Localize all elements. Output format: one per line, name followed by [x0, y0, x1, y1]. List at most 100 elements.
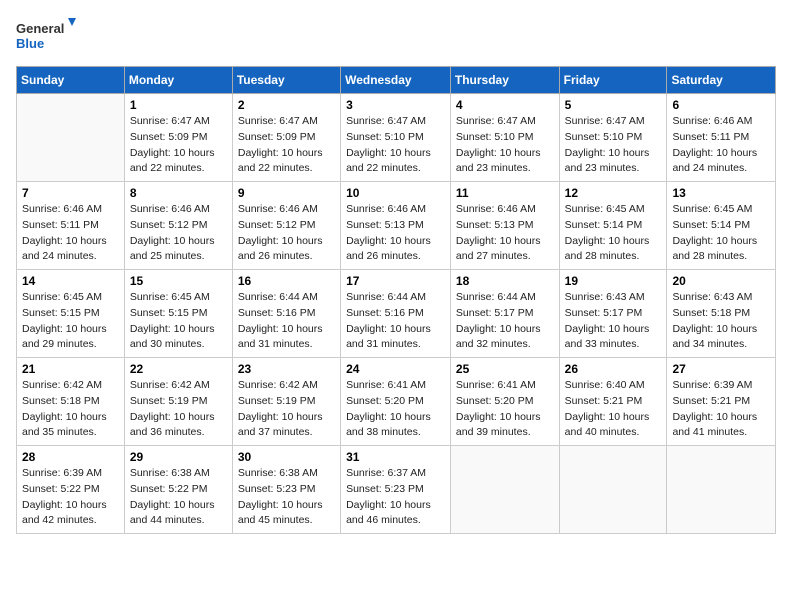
calendar-body: 1 Sunrise: 6:47 AMSunset: 5:09 PMDaylight… — [17, 94, 776, 534]
calendar-day-cell: 1 Sunrise: 6:47 AMSunset: 5:09 PMDaylight… — [124, 94, 232, 182]
day-info: Sunrise: 6:47 AMSunset: 5:10 PMDaylight:… — [456, 114, 554, 177]
day-number: 26 — [565, 362, 662, 376]
calendar-day-cell: 5Sunrise: 6:47 AMSunset: 5:10 PMDaylight… — [559, 94, 667, 182]
day-info: Sunrise: 6:46 AMSunset: 5:11 PMDaylight:… — [672, 114, 770, 177]
calendar-day-cell — [450, 446, 559, 534]
day-info: Sunrise: 6:45 AMSunset: 5:15 PMDaylight:… — [22, 290, 119, 353]
calendar-day-cell: 7Sunrise: 6:46 AMSunset: 5:11 PMDaylight… — [17, 182, 125, 270]
calendar-day-cell: 20 Sunrise: 6:43 AMSunset: 5:18 PMDayligh… — [667, 270, 776, 358]
day-info: Sunrise: 6:47 AMSunset: 5:09 PMDaylight:… — [130, 114, 227, 177]
calendar-day-cell: 19 Sunrise: 6:43 AMSunset: 5:17 PMDayligh… — [559, 270, 667, 358]
day-info: Sunrise: 6:44 AMSunset: 5:16 PMDaylight:… — [238, 290, 335, 353]
calendar-day-cell: 26 Sunrise: 6:40 AMSunset: 5:21 PMDayligh… — [559, 358, 667, 446]
calendar-day-cell — [559, 446, 667, 534]
day-number: 3 — [346, 98, 445, 112]
day-number: 14 — [22, 274, 119, 288]
calendar-day-cell: 4 Sunrise: 6:47 AMSunset: 5:10 PMDaylight… — [450, 94, 559, 182]
calendar-day-cell: 8Sunrise: 6:46 AMSunset: 5:12 PMDaylight… — [124, 182, 232, 270]
calendar-day-cell: 21 Sunrise: 6:42 AMSunset: 5:18 PMDayligh… — [17, 358, 125, 446]
day-info: Sunrise: 6:37 AMSunset: 5:23 PMDaylight:… — [346, 466, 445, 529]
day-info: Sunrise: 6:44 AMSunset: 5:17 PMDaylight:… — [456, 290, 554, 353]
calendar-day-cell: 15 Sunrise: 6:45 AMSunset: 5:15 PMDayligh… — [124, 270, 232, 358]
day-number: 29 — [130, 450, 227, 464]
day-number: 6 — [672, 98, 770, 112]
day-info: Sunrise: 6:47 AMSunset: 5:10 PMDaylight:… — [565, 114, 662, 177]
calendar-day-cell: 18 Sunrise: 6:44 AMSunset: 5:17 PMDayligh… — [450, 270, 559, 358]
calendar-day-cell: 29 Sunrise: 6:38 AMSunset: 5:22 PMDayligh… — [124, 446, 232, 534]
calendar-day-cell: 12 Sunrise: 6:45 AMSunset: 5:14 PMDayligh… — [559, 182, 667, 270]
day-info: Sunrise: 6:43 AMSunset: 5:18 PMDaylight:… — [672, 290, 770, 353]
calendar-day-cell: 30Sunrise: 6:38 AMSunset: 5:23 PMDayligh… — [232, 446, 340, 534]
day-info: Sunrise: 6:46 AMSunset: 5:12 PMDaylight:… — [238, 202, 335, 265]
day-info: Sunrise: 6:45 AMSunset: 5:14 PMDaylight:… — [565, 202, 662, 265]
day-of-week-header: Wednesday — [341, 67, 451, 94]
calendar-week-row: 7Sunrise: 6:46 AMSunset: 5:11 PMDaylight… — [17, 182, 776, 270]
day-number: 28 — [22, 450, 119, 464]
day-number: 22 — [130, 362, 227, 376]
day-number: 16 — [238, 274, 335, 288]
calendar-day-cell: 16 Sunrise: 6:44 AMSunset: 5:16 PMDayligh… — [232, 270, 340, 358]
day-info: Sunrise: 6:43 AMSunset: 5:17 PMDaylight:… — [565, 290, 662, 353]
day-of-week-header: Monday — [124, 67, 232, 94]
day-info: Sunrise: 6:44 AMSunset: 5:16 PMDaylight:… — [346, 290, 445, 353]
calendar-week-row: 14 Sunrise: 6:45 AMSunset: 5:15 PMDayligh… — [17, 270, 776, 358]
calendar-day-cell: 28 Sunrise: 6:39 AMSunset: 5:22 PMDayligh… — [17, 446, 125, 534]
day-number: 20 — [672, 274, 770, 288]
day-number: 23 — [238, 362, 335, 376]
day-info: Sunrise: 6:42 AMSunset: 5:19 PMDaylight:… — [130, 378, 227, 441]
day-number: 15 — [130, 274, 227, 288]
calendar-day-cell: 6 Sunrise: 6:46 AMSunset: 5:11 PMDaylight… — [667, 94, 776, 182]
day-info: Sunrise: 6:46 AMSunset: 5:13 PMDaylight:… — [346, 202, 445, 265]
day-info: Sunrise: 6:45 AMSunset: 5:14 PMDaylight:… — [672, 202, 770, 265]
calendar-day-cell: 13 Sunrise: 6:45 AMSunset: 5:14 PMDayligh… — [667, 182, 776, 270]
day-of-week-header: Saturday — [667, 67, 776, 94]
day-info: Sunrise: 6:46 AMSunset: 5:11 PMDaylight:… — [22, 202, 119, 265]
logo-svg: General Blue — [16, 16, 76, 56]
day-number: 19 — [565, 274, 662, 288]
calendar-day-cell: 25 Sunrise: 6:41 AMSunset: 5:20 PMDayligh… — [450, 358, 559, 446]
day-info: Sunrise: 6:39 AMSunset: 5:21 PMDaylight:… — [672, 378, 770, 441]
day-number: 13 — [672, 186, 770, 200]
days-of-week-row: SundayMondayTuesdayWednesdayThursdayFrid… — [17, 67, 776, 94]
day-info: Sunrise: 6:47 AMSunset: 5:09 PMDaylight:… — [238, 114, 335, 177]
calendar-day-cell: 3 Sunrise: 6:47 AMSunset: 5:10 PMDaylight… — [341, 94, 451, 182]
calendar-day-cell: 2 Sunrise: 6:47 AMSunset: 5:09 PMDaylight… — [232, 94, 340, 182]
day-info: Sunrise: 6:42 AMSunset: 5:18 PMDaylight:… — [22, 378, 119, 441]
day-number: 25 — [456, 362, 554, 376]
day-number: 24 — [346, 362, 445, 376]
calendar-day-cell — [667, 446, 776, 534]
day-info: Sunrise: 6:47 AMSunset: 5:10 PMDaylight:… — [346, 114, 445, 177]
day-number: 18 — [456, 274, 554, 288]
calendar-day-cell: 27Sunrise: 6:39 AMSunset: 5:21 PMDayligh… — [667, 358, 776, 446]
calendar-day-cell: 11Sunrise: 6:46 AMSunset: 5:13 PMDayligh… — [450, 182, 559, 270]
day-info: Sunrise: 6:46 AMSunset: 5:12 PMDaylight:… — [130, 202, 227, 265]
day-number: 2 — [238, 98, 335, 112]
page-header: General Blue — [16, 16, 776, 56]
calendar-week-row: 28 Sunrise: 6:39 AMSunset: 5:22 PMDayligh… — [17, 446, 776, 534]
calendar-day-cell: 31 Sunrise: 6:37 AMSunset: 5:23 PMDayligh… — [341, 446, 451, 534]
calendar-week-row: 1 Sunrise: 6:47 AMSunset: 5:09 PMDaylight… — [17, 94, 776, 182]
day-info: Sunrise: 6:41 AMSunset: 5:20 PMDaylight:… — [456, 378, 554, 441]
day-info: Sunrise: 6:40 AMSunset: 5:21 PMDaylight:… — [565, 378, 662, 441]
calendar-day-cell: 23 Sunrise: 6:42 AMSunset: 5:19 PMDayligh… — [232, 358, 340, 446]
calendar-table: SundayMondayTuesdayWednesdayThursdayFrid… — [16, 66, 776, 534]
day-number: 4 — [456, 98, 554, 112]
day-info: Sunrise: 6:46 AMSunset: 5:13 PMDaylight:… — [456, 202, 554, 265]
day-number: 31 — [346, 450, 445, 464]
svg-text:Blue: Blue — [16, 36, 44, 51]
calendar-day-cell: 17Sunrise: 6:44 AMSunset: 5:16 PMDayligh… — [341, 270, 451, 358]
day-number: 1 — [130, 98, 227, 112]
day-number: 21 — [22, 362, 119, 376]
calendar-day-cell: 10 Sunrise: 6:46 AMSunset: 5:13 PMDayligh… — [341, 182, 451, 270]
day-info: Sunrise: 6:39 AMSunset: 5:22 PMDaylight:… — [22, 466, 119, 529]
day-number: 12 — [565, 186, 662, 200]
day-of-week-header: Tuesday — [232, 67, 340, 94]
day-number: 30 — [238, 450, 335, 464]
day-info: Sunrise: 6:42 AMSunset: 5:19 PMDaylight:… — [238, 378, 335, 441]
calendar-day-cell: 14 Sunrise: 6:45 AMSunset: 5:15 PMDayligh… — [17, 270, 125, 358]
day-of-week-header: Sunday — [17, 67, 125, 94]
day-info: Sunrise: 6:38 AMSunset: 5:22 PMDaylight:… — [130, 466, 227, 529]
day-info: Sunrise: 6:45 AMSunset: 5:15 PMDaylight:… — [130, 290, 227, 353]
day-number: 10 — [346, 186, 445, 200]
calendar-day-cell — [17, 94, 125, 182]
